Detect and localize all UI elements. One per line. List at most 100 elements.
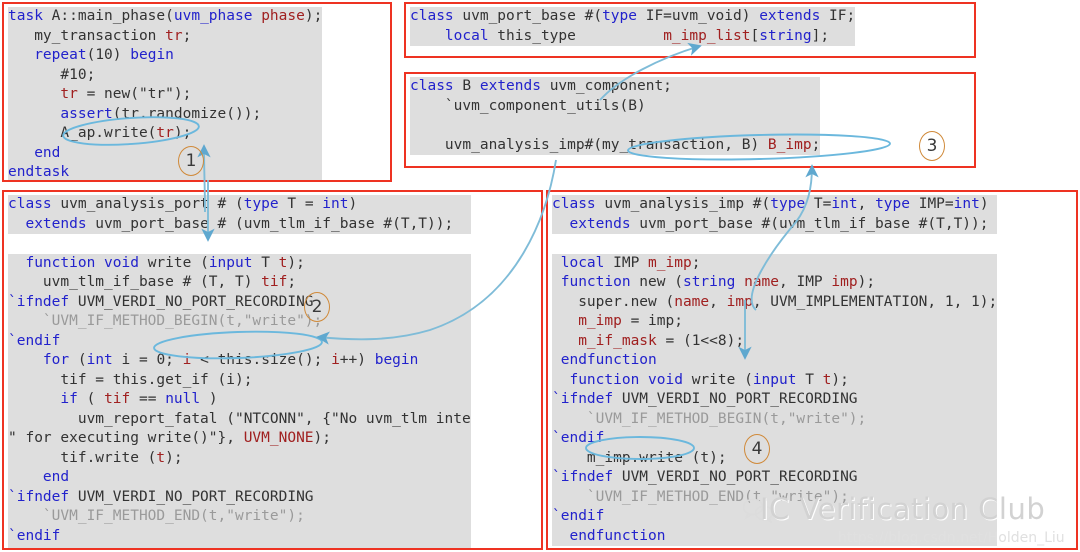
code-token: extends <box>759 8 821 24</box>
code-token: assert <box>60 105 113 122</box>
code-line: super.new (name, imp, UVM_IMPLEMENTATION… <box>552 292 998 312</box>
code-token: null <box>165 391 201 407</box>
code-token: IF=uvm_void) <box>636 8 760 24</box>
code-token: m_imp_list <box>663 27 751 44</box>
code-token: local <box>560 254 605 271</box>
code-token: class <box>410 8 454 24</box>
code-line: m_if_mask = (1<<8); <box>552 331 998 351</box>
code-panel-uvm-port-base: class uvm_port_base #(type IF=uvm_void) … <box>404 2 976 58</box>
code-line: m_imp = imp; <box>552 312 998 332</box>
code-line: m_imp.write (t); <box>552 448 998 468</box>
code-token: A_ap.write( <box>8 125 157 141</box>
code-line: function void write (input T t); <box>552 370 998 390</box>
code-line: `ifndef UVM_VERDI_NO_PORT_RECORDING <box>552 390 998 410</box>
code-line: #10; <box>8 65 323 85</box>
code-token: new ( <box>630 274 683 290</box>
code-token: UVM_NONE <box>243 430 314 446</box>
code-token: ; <box>691 254 701 271</box>
code-token: [ <box>750 27 760 44</box>
code-token: uvm_tlm_if_base # (T, T) <box>8 274 262 290</box>
code-token: int <box>831 196 858 212</box>
code-token: void <box>648 371 683 388</box>
code-token: UVM_VERDI_NO_PORT_RECORDING <box>69 488 314 505</box>
code-token: input <box>208 254 253 271</box>
code-token: type <box>875 196 910 212</box>
code-token: imp <box>831 274 858 290</box>
code-line: `endif <box>552 429 998 449</box>
step-marker-1: 1 <box>178 146 204 176</box>
code-block-class-b[interactable]: class B extends uvm_component; `uvm_comp… <box>410 77 821 155</box>
code-token: , UVM_IMPLEMENTATION, 1, 1); <box>752 293 998 310</box>
code-token: `ifndef <box>552 391 614 407</box>
code-token: end <box>34 144 61 161</box>
code-panel-uvm-analysis-port: class uvm_analysis_port # (type T = int)… <box>2 190 543 550</box>
code-token: `UVM_IF_METHOD_END(t,"write"); <box>8 508 305 524</box>
code-line: `ifndef UVM_VERDI_NO_PORT_RECORDING <box>552 468 998 488</box>
code-line: class uvm_port_base #(type IF=uvm_void) … <box>410 7 856 27</box>
code-token: name <box>674 293 710 310</box>
code-token: tr <box>156 125 174 141</box>
code-block-uvm-port-base[interactable]: class uvm_port_base #(type IF=uvm_void) … <box>410 7 856 46</box>
code-line: `endif <box>8 526 471 546</box>
code-line: repeat(10) begin <box>8 46 323 66</box>
code-token: tr <box>60 86 78 102</box>
code-token: " for executing write()"}, <box>8 430 244 446</box>
code-token: m_imp <box>578 313 622 329</box>
code-line: extends uvm_port_base #(uvm_tlm_if_base … <box>552 214 998 234</box>
code-line: uvm_analysis_imp#(my_transaction, B) B_i… <box>410 135 821 155</box>
code-line: `UVM_IF_METHOD_BEGIN(t,"write"); <box>552 409 998 429</box>
code-token: tif <box>104 391 131 407</box>
code-token: type <box>243 196 279 212</box>
code-token: `endif <box>552 508 605 524</box>
code-token: if <box>60 391 78 407</box>
code-token: ( <box>77 391 105 407</box>
code-token: ( <box>69 352 87 368</box>
code-token: super.new ( <box>552 293 675 310</box>
code-token: function <box>25 254 96 271</box>
code-token: T = <box>278 196 323 212</box>
code-line: `uvm_component_utils(B) <box>410 96 821 116</box>
code-line: A_ap.write(tr); <box>8 124 323 144</box>
code-line: " for executing write()"}, UVM_NONE); <box>8 429 471 449</box>
code-block-uvm-analysis-port[interactable]: class uvm_analysis_port # (type T = int)… <box>8 195 471 548</box>
code-token: ); <box>857 274 876 290</box>
code-token: i = 0; <box>112 352 183 368</box>
code-token: phase <box>261 8 305 24</box>
code-token: `uvm_component_utils(B) <box>410 97 646 114</box>
code-token: ); <box>287 254 305 271</box>
code-token: begin <box>374 352 419 368</box>
code-token: `endif <box>8 332 61 349</box>
code-token: write ( <box>682 371 753 388</box>
code-line: `UVM_IF_METHOD_END(t,"write"); <box>8 507 471 527</box>
code-token: = (1<<8); <box>656 332 745 349</box>
code-token: string <box>759 27 812 44</box>
code-line: assert(tr.randomize()); <box>8 104 323 124</box>
code-line: for (int i = 0; i < this.size(); i++) be… <box>8 351 471 371</box>
code-token: begin <box>130 47 174 63</box>
code-token: end <box>42 469 70 485</box>
code-token: ); <box>304 8 323 24</box>
code-token: t <box>156 449 166 466</box>
code-token: extends <box>569 215 631 232</box>
code-line: function new (string name, IMP imp); <box>552 273 998 293</box>
code-line: tr = new("tr"); <box>8 85 323 105</box>
code-block-main-phase[interactable]: task A::main_phase(uvm_phase phase); my_… <box>8 7 323 180</box>
code-token: `UVM_IF_METHOD_BEGIN(t,"write"); <box>552 410 867 427</box>
code-token: tr <box>165 27 183 44</box>
code-line: uvm_tlm_if_base # (T, T) tif; <box>8 273 471 293</box>
code-token: my_transaction <box>8 27 166 44</box>
code-line: function void write (input T t); <box>8 253 471 273</box>
code-line: `UVM_IF_METHOD_BEGIN(t,"write"); <box>8 312 471 332</box>
code-token: `endif <box>8 527 61 544</box>
code-token: T= <box>805 196 832 212</box>
code-token: m_imp.write (t); <box>552 449 727 466</box>
